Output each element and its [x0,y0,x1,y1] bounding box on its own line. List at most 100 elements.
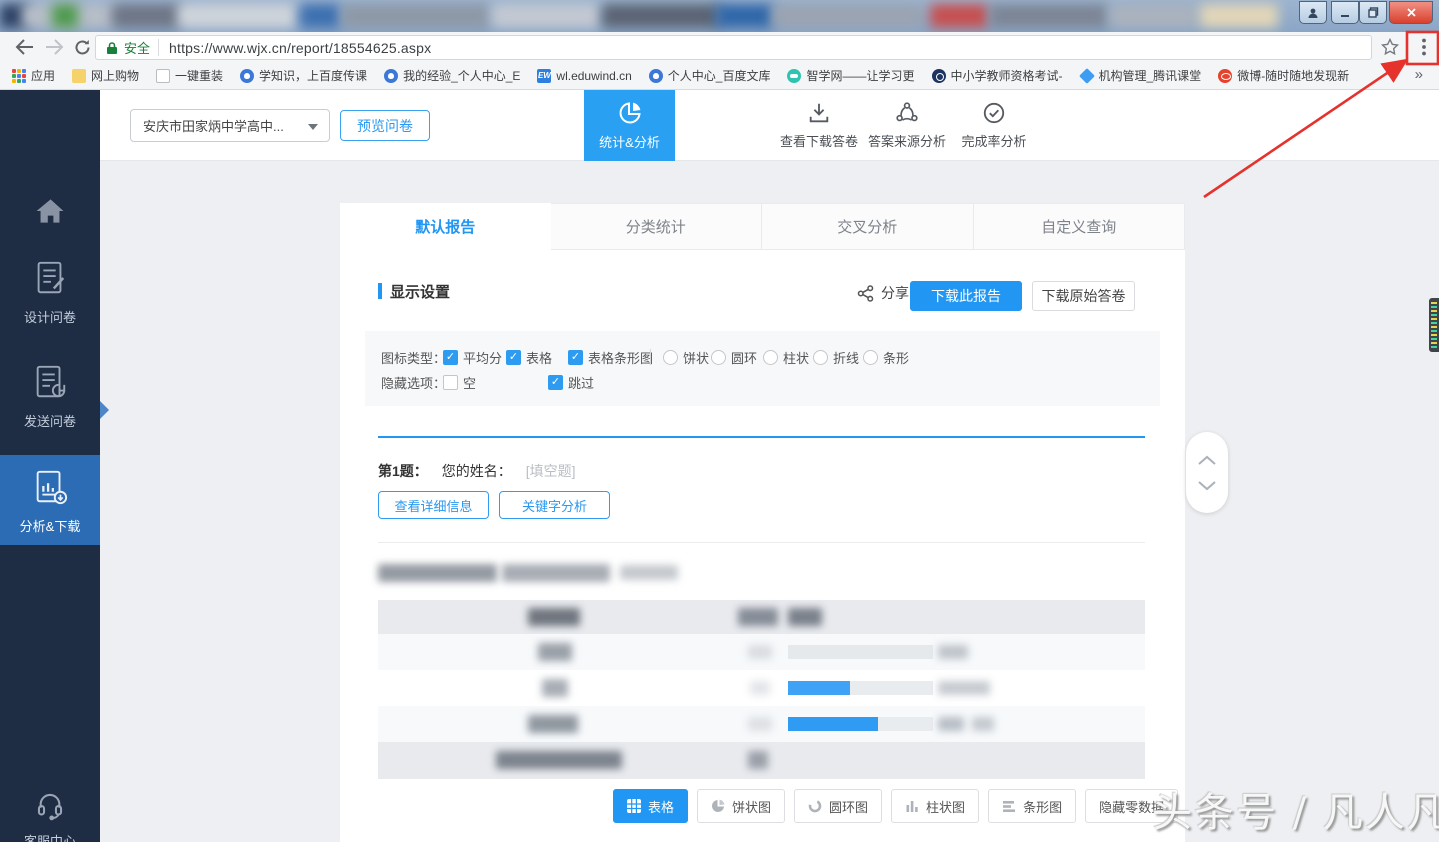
preview-survey-button[interactable]: 预览问卷 [340,110,430,141]
bookmark-item[interactable]: 微博-随时随地发现新 [1218,67,1349,84]
sidebar-item-label: 发送问卷 [0,411,100,430]
blurred-tab-fragment [1110,4,1198,28]
download-report-button[interactable]: 下载此报告 [910,281,1022,311]
bookmark-item[interactable]: 个人中心_百度文库 [649,67,771,84]
apps-grid-icon [12,69,26,83]
survey-select[interactable]: 安庆市田家炳中学高中... [130,109,330,142]
blurred-ratio-value [938,717,964,731]
bookmark-item[interactable]: 中小学教师资格考试- [932,67,1063,84]
close-button[interactable] [1389,1,1433,24]
tab-completion-rate-analysis[interactable]: 完成率分析 [956,90,1032,161]
sidebar-item-label: 分析&下载 [0,516,100,535]
checkbox-average[interactable]: 平均分 [443,349,502,365]
view-details-button[interactable]: 查看详细信息 [378,491,489,519]
checkbox-icon[interactable] [443,350,458,365]
checkbox-icon[interactable] [443,375,458,390]
blurred-ratio-value [938,645,968,659]
sidebar-item-home[interactable] [0,190,100,240]
reload-button[interactable] [70,35,94,59]
checkbox-table[interactable]: 表格 [506,349,552,365]
checkbox-empty[interactable]: 空 [443,374,476,390]
checkbox-icon[interactable] [568,350,583,365]
question-divider [378,436,1145,438]
bookmark-star-button[interactable] [1378,35,1402,59]
bookmark-item[interactable]: EWwl.eduwind.cn [537,69,631,83]
weibo-favicon [1218,69,1232,83]
radio-icon[interactable] [663,350,678,365]
browser-menu-button[interactable] [1412,35,1436,59]
sidebar-item-design[interactable]: 设计问卷 [0,258,100,342]
bookmark-item[interactable]: 学知识，上百度传课 [240,67,367,84]
table-header-row [378,600,1145,634]
tab-statistics-analysis[interactable]: 统计&分析 [584,90,675,161]
sidebar-item-send[interactable]: 发送问卷 [0,362,100,446]
tab-view-download-answers[interactable]: 查看下载答卷 [780,90,858,161]
radio-pie[interactable]: 饼状 [663,349,709,365]
keyword-analysis-button[interactable]: 关键字分析 [499,491,610,519]
radio-icon[interactable] [711,350,726,365]
apps-label: 应用 [31,67,55,84]
page-scroll-widget [1186,432,1228,513]
url-separator [158,39,159,56]
page-icon [156,69,170,83]
question-number: 第1题： [378,461,428,481]
tab-category-statistics[interactable]: 分类统计 [551,203,763,250]
checkbox-table-bar[interactable]: 表格条形图 [568,349,653,365]
sidebar-item-support[interactable]: 客服中心 [0,790,100,842]
pie-icon [711,799,725,813]
forward-button[interactable] [42,35,66,59]
edge-extension-handle[interactable] [1429,298,1439,352]
sidebar-item-label: 客服中心 [0,831,100,842]
radio-column[interactable]: 柱状 [763,349,809,365]
donut-icon [808,799,822,813]
blurred-count [748,645,772,659]
radio-icon[interactable] [763,350,778,365]
back-button[interactable] [12,35,36,59]
blurred-tab-fragment [300,4,340,28]
pie-chart-button[interactable]: 饼状图 [697,789,785,823]
bookmarks-overflow-chevron[interactable]: » [1415,66,1423,83]
sidebar-item-analysis[interactable]: 分析&下载 [0,455,100,545]
bookmark-item[interactable]: 智学网——让学习更 [787,67,914,84]
download-raw-answers-button[interactable]: 下载原始答卷 [1032,281,1135,311]
tab-answer-source-analysis[interactable]: 答案来源分析 [866,90,948,161]
url-bar[interactable]: 安全 https://www.wjx.cn/report/18554625.as… [95,35,1372,60]
checkbox-icon[interactable] [506,350,521,365]
report-tabs: 默认报告 分类统计 交叉分析 自定义查询 [340,203,1185,250]
radio-line[interactable]: 折线 [813,349,859,365]
column-chart-button[interactable]: 柱状图 [891,789,979,823]
checkbox-icon[interactable] [548,375,563,390]
sidebar: 设计问卷 发送问卷 分析&下载 客服中心 帮助中心 [0,90,100,842]
chevron-up-icon[interactable] [1197,455,1217,466]
blurred-total-label [496,751,622,769]
bookmark-item[interactable]: 机构管理_腾讯课堂 [1080,67,1202,84]
profile-button[interactable] [1299,1,1327,24]
minimize-icon [1340,8,1350,18]
bar-chart-button[interactable]: 条形图 [988,789,1076,823]
share-button[interactable]: 分享 [856,283,909,303]
tab-cross-analysis[interactable]: 交叉分析 [762,203,974,250]
radio-icon[interactable] [813,350,828,365]
options-divider [650,349,651,365]
check-circle-icon [982,101,1006,125]
radio-icon[interactable] [863,350,878,365]
baidu-favicon [649,69,663,83]
bookmark-item[interactable]: 网上购物 [72,67,139,84]
radio-bar[interactable]: 条形 [863,349,909,365]
radio-donut[interactable]: 圆环 [711,349,757,365]
tab-default-report[interactable]: 默认报告 [340,203,551,250]
person-icon [1307,7,1319,19]
minimize-button[interactable] [1331,1,1359,24]
tab-custom-query[interactable]: 自定义查询 [974,203,1186,250]
ratio-bar-blue [788,717,878,731]
chevron-down-icon[interactable] [1197,480,1217,491]
headset-icon [33,790,67,822]
bookmark-item[interactable]: 我的经验_个人中心_E [384,67,520,84]
checkbox-skip[interactable]: 跳过 [548,374,594,390]
table-view-button[interactable]: 表格 [613,789,688,823]
watermark: 头条号 / 凡人凡言 [1152,780,1439,838]
maximize-button[interactable] [1359,1,1387,24]
donut-chart-button[interactable]: 圆环图 [794,789,882,823]
bookmark-item[interactable]: 一键重装 [156,67,223,84]
apps-button[interactable]: 应用 [12,67,55,84]
